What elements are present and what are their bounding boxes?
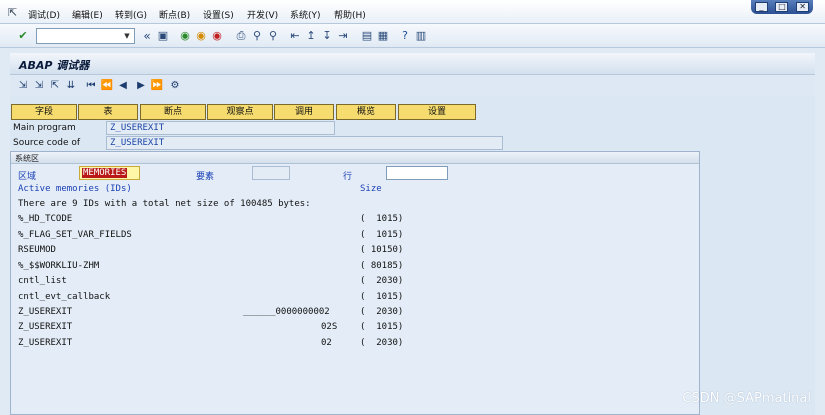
memory-id: Z_USEREXIT <box>18 307 73 317</box>
area-label: 区域 <box>18 172 37 182</box>
main-program-field: Z_USEREXIT <box>106 121 335 135</box>
next-icon[interactable]: ⏩ <box>150 79 164 93</box>
memory-size: ( 80185) <box>360 261 404 271</box>
close-button[interactable]: ✕ <box>796 2 810 12</box>
menu-edit[interactable]: 编辑(E) <box>72 8 103 21</box>
back-icon[interactable]: ◉ <box>178 29 192 43</box>
first-page-icon[interactable]: ⇤ <box>288 29 302 43</box>
next-page-icon[interactable]: ↧ <box>320 29 334 43</box>
settings-icon[interactable]: ⚙ <box>168 79 182 93</box>
standard-toolbar: ✔ ▼ « ▣ ◉ ◉ ◉ ⎙ ⚲ ⚲ ⇤ ↥ ↧ ⇥ ▤ ▦ ? ▥ <box>0 24 825 48</box>
memory-size: ( 2030) <box>360 276 404 286</box>
tab-fields[interactable]: 字段 <box>11 104 77 120</box>
menu-develop[interactable]: 开发(V) <box>247 8 278 21</box>
menu-help[interactable]: 帮助(H) <box>334 8 366 21</box>
minimize-button[interactable]: _ <box>754 2 768 12</box>
tab-watchpoints[interactable]: 观察点 <box>207 104 273 120</box>
window-controls: _ □ ✕ <box>751 0 813 14</box>
last-page-icon[interactable]: ⇥ <box>336 29 350 43</box>
summary-line: There are 9 IDs with a total net size of… <box>18 199 311 209</box>
forward-step-icon[interactable]: ▶ <box>134 79 148 93</box>
main-program-label: Main program <box>13 123 76 133</box>
find-icon[interactable]: ⚲ <box>250 29 264 43</box>
print-icon[interactable]: ⎙ <box>234 29 248 43</box>
tab-settings[interactable]: 设置 <box>398 104 476 120</box>
title-bar: ABAP 调试器 <box>10 53 815 75</box>
row-label: 行 <box>343 172 353 182</box>
memory-id: %_FLAG_SET_VAR_FIELDS <box>18 230 132 240</box>
menu-system[interactable]: 系统(Y) <box>290 8 321 21</box>
size-header: Size <box>360 184 382 194</box>
memory-id: Z_USEREXIT <box>18 338 73 348</box>
menu-breakpoints[interactable]: 断点(B) <box>159 8 190 21</box>
return-icon[interactable]: ⇱ <box>48 79 62 93</box>
source-code-label: Source code of <box>13 138 81 148</box>
menu-bar: ⇱ 调试(D) 编辑(E) 转到(G) 断点(B) 设置(S) 开发(V) 系统… <box>0 0 825 24</box>
memory-id: %_HD_TCODE <box>18 214 73 224</box>
help-icon[interactable]: ? <box>398 29 412 43</box>
prev-icon[interactable]: ⏪ <box>100 79 114 93</box>
menu-settings[interactable]: 设置(S) <box>203 8 234 21</box>
watermark: CSDN @SAPmatinal <box>682 391 811 406</box>
memory-id: %_$$WORKLIU-ZHM <box>18 261 100 271</box>
memory-id: Z_USEREXIT <box>18 322 73 332</box>
tab-calls[interactable]: 调用 <box>274 104 334 120</box>
element-label: 要素 <box>196 172 215 182</box>
prev-page-icon[interactable]: ↥ <box>304 29 318 43</box>
cancel-icon[interactable]: ◉ <box>210 29 224 43</box>
layout-icon[interactable]: ▥ <box>414 29 428 43</box>
memory-size: ( 1015) <box>360 292 404 302</box>
tab-tables[interactable]: 表 <box>78 104 138 120</box>
memory-size: ( 1015) <box>360 214 404 224</box>
active-memories-header: Active memories (IDs) <box>18 184 132 194</box>
execute-icon[interactable]: ⇲ <box>32 79 46 93</box>
tab-overview[interactable]: 概览 <box>336 104 396 120</box>
command-input[interactable] <box>37 29 119 43</box>
find-next-icon[interactable]: ⚲ <box>266 29 280 43</box>
chevron-down-icon[interactable]: ▼ <box>120 29 134 43</box>
memory-size: ( 1015) <box>360 230 404 240</box>
system-menu-icon[interactable]: ⇱ <box>8 6 17 19</box>
source-code-field: Z_USEREXIT <box>106 136 503 150</box>
area-input-value: MEMORIES <box>82 168 128 178</box>
element-input[interactable] <box>252 166 290 180</box>
memory-suffix: 02S <box>321 322 338 332</box>
memory-id: cntl_evt_callback <box>18 292 111 302</box>
collapse-icon[interactable]: « <box>140 29 154 43</box>
tab-breakpoints[interactable]: 断点 <box>140 104 206 120</box>
check-icon[interactable]: ✔ <box>16 29 30 43</box>
continue-icon[interactable]: ⇊ <box>64 79 78 93</box>
command-field[interactable]: ▼ <box>36 28 135 44</box>
save-icon[interactable]: ▣ <box>156 29 170 43</box>
shortcut-icon[interactable]: ▦ <box>376 29 390 43</box>
first-icon[interactable]: ⏮ <box>84 79 98 93</box>
area-input[interactable]: MEMORIES <box>79 166 140 180</box>
menu-goto[interactable]: 转到(G) <box>115 8 147 21</box>
single-step-icon[interactable]: ⇲ <box>16 79 30 93</box>
page-title: ABAP 调试器 <box>19 59 90 72</box>
memory-id: RSEUMOD <box>18 245 56 255</box>
exit-icon[interactable]: ◉ <box>194 29 208 43</box>
memory-suffix: 02 <box>321 338 332 348</box>
memory-size: ( 2030) <box>360 307 404 317</box>
row-input[interactable] <box>386 166 448 180</box>
system-area-header: 系统区 <box>11 152 699 164</box>
memory-size: ( 2030) <box>360 338 404 348</box>
system-area-title: 系统区 <box>15 154 39 163</box>
memory-size: ( 1015) <box>360 322 404 332</box>
application-toolbar: ⇲ ⇲ ⇱ ⇊ ⏮ ⏪ ◀ ▶ ⏩ ⚙ <box>10 76 815 96</box>
memory-id: cntl_list <box>18 276 67 286</box>
menu-debug[interactable]: 调试(D) <box>28 8 60 21</box>
maximize-button[interactable]: □ <box>775 2 789 12</box>
memory-size: ( 10150) <box>360 245 404 255</box>
new-session-icon[interactable]: ▤ <box>360 29 374 43</box>
back-step-icon[interactable]: ◀ <box>116 79 130 93</box>
memory-suffix: ______0000000002 <box>243 307 330 317</box>
